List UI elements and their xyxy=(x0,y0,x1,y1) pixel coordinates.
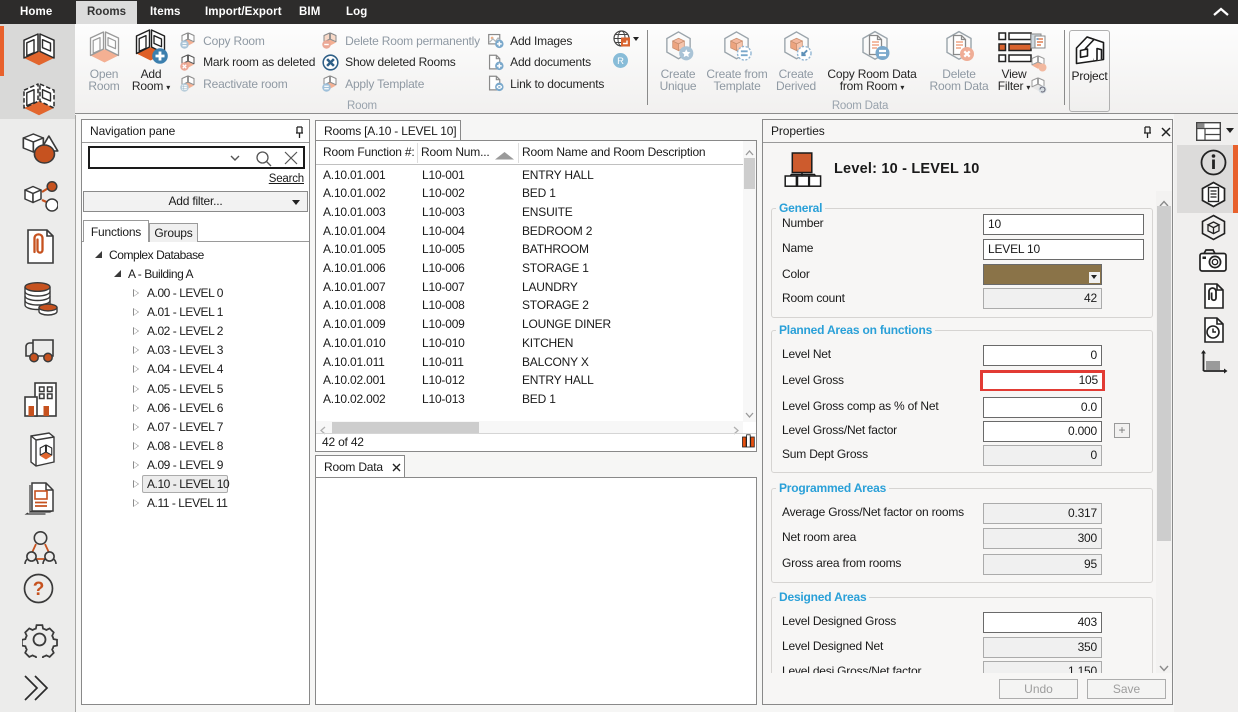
svg-text:R: R xyxy=(617,56,624,67)
svg-text:?: ? xyxy=(33,579,45,600)
